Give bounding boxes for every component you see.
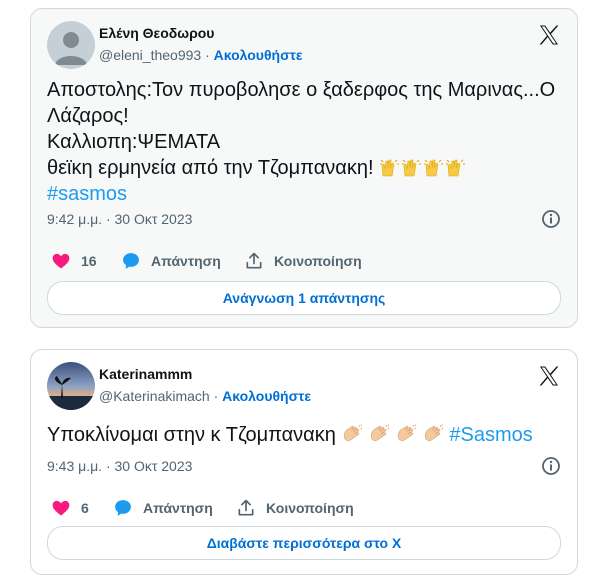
tweet-actions: 16 Απάντηση Κοινοποίηση [47, 249, 561, 273]
tweet-text-segment: θεϊκη ερμηνεία από την Τζομπανακη! [47, 157, 374, 179]
x-logo-icon[interactable] [537, 23, 561, 47]
tweet-text-segment: Υποκλίνομαι στην κ Τζομπανακη [47, 424, 336, 446]
avatar-sunset[interactable] [47, 362, 95, 410]
author-handle[interactable]: @eleni_theo993 [99, 47, 201, 63]
tweet-text-line-with-emoji: θεϊκη ερμηνεία από την Τζομπανακη! [47, 155, 563, 181]
author-name[interactable]: Katerinammm [99, 364, 311, 384]
share-upload-icon [246, 252, 262, 269]
tweet-timestamp[interactable]: 9:43 μ.μ. · 30 Οκτ 2023 [47, 458, 192, 474]
author-info: Ελένη Θεοδωρου @eleni_theo993 · Ακολουθή… [99, 23, 303, 65]
author-handle[interactable]: @Katerinakimach [99, 388, 210, 404]
separator-dot: · [205, 47, 210, 63]
follow-link[interactable]: Ακολουθήστε [214, 47, 303, 63]
hashtag-link[interactable]: #Sasmos [449, 424, 532, 446]
avatar-default[interactable] [47, 21, 95, 69]
share-button[interactable]: Κοινοποίηση [236, 496, 354, 520]
tweet-header: Ελένη Θεοδωρου @eleni_theo993 · Ακολουθή… [47, 21, 561, 69]
sunset-tree-avatar-icon [47, 362, 95, 410]
like-button[interactable]: 16 [51, 249, 97, 273]
author-info: Katerinammm @Katerinakimach · Ακολουθήστ… [99, 364, 311, 406]
author-meta: @Katerinakimach · Ακολουθήστε [99, 386, 311, 406]
like-button[interactable]: 6 [51, 496, 89, 520]
share-upload-icon [238, 499, 254, 516]
share-label: Κοινοποίηση [266, 500, 354, 516]
like-count: 6 [81, 500, 89, 516]
tweet-timestamp-row: 9:42 μ.μ. · 30 Οκτ 2023 [47, 209, 561, 229]
reply-label: Απάντηση [151, 253, 221, 269]
tweet-text-line: Καλλιοπη:ΨΕΜΑΤΑ [47, 131, 221, 153]
info-icon[interactable] [541, 209, 561, 229]
hashtag-link[interactable]: #sasmos [47, 181, 563, 207]
tweet-timestamp[interactable]: 9:42 μ.μ. · 30 Οκτ 2023 [47, 211, 192, 227]
tweet-card-1: Ελένη Θεοδωρου @eleni_theo993 · Ακολουθή… [30, 8, 578, 328]
author-name[interactable]: Ελένη Θεοδωρου [99, 23, 303, 43]
tweet-card-2: Katerinammm @Katerinakimach · Ακολουθήστ… [30, 349, 578, 575]
tweet-text-line: Λάζαρος! [47, 105, 129, 127]
reply-button[interactable]: Απάντηση [121, 249, 221, 273]
separator-dot: · [213, 388, 219, 404]
share-button[interactable]: Κοινοποίηση [244, 249, 362, 273]
follow-link[interactable]: Ακολουθήστε [222, 388, 311, 404]
tweet-text: Αποστολης:Τον πυροβολησε ο ξαδερφος της … [47, 77, 563, 207]
tweet-text-line: Αποστολης:Τον πυροβολησε ο ξαδερφος της … [47, 79, 556, 101]
speech-bubble-icon [115, 500, 131, 516]
share-label: Κοινοποίηση [274, 253, 362, 269]
heart-icon [52, 500, 70, 516]
reply-button[interactable]: Απάντηση [113, 496, 213, 520]
tweet-actions: 6 Απάντηση Κοινοποίηση [47, 496, 561, 520]
tweet-text: Υποκλίνομαι στην κ Τζομπανακη #Sasmos [47, 422, 563, 448]
like-count: 16 [81, 253, 97, 269]
info-icon[interactable] [541, 456, 561, 476]
tweet-header: Katerinammm @Katerinakimach · Ακολουθήστ… [47, 362, 561, 410]
raising-hands-emoji-icon [374, 157, 468, 179]
tweet-text-line-with-emoji: Υποκλίνομαι στην κ Τζομπανακη #Sasmos [47, 422, 563, 448]
author-meta: @eleni_theo993 · Ακολουθήστε [99, 45, 303, 65]
tweet-timestamp-row: 9:43 μ.μ. · 30 Οκτ 2023 [47, 456, 561, 476]
x-logo-icon[interactable] [537, 364, 561, 388]
reply-label: Απάντηση [143, 500, 213, 516]
default-avatar-icon [47, 21, 95, 69]
read-replies-button[interactable]: Ανάγνωση 1 απάντησης [47, 281, 561, 315]
speech-bubble-icon [123, 253, 139, 269]
heart-icon [52, 253, 70, 269]
clapping-hands-emoji-icon [341, 424, 449, 446]
read-more-on-x-button[interactable]: Διαβάστε περισσότερα στο X [47, 526, 561, 560]
